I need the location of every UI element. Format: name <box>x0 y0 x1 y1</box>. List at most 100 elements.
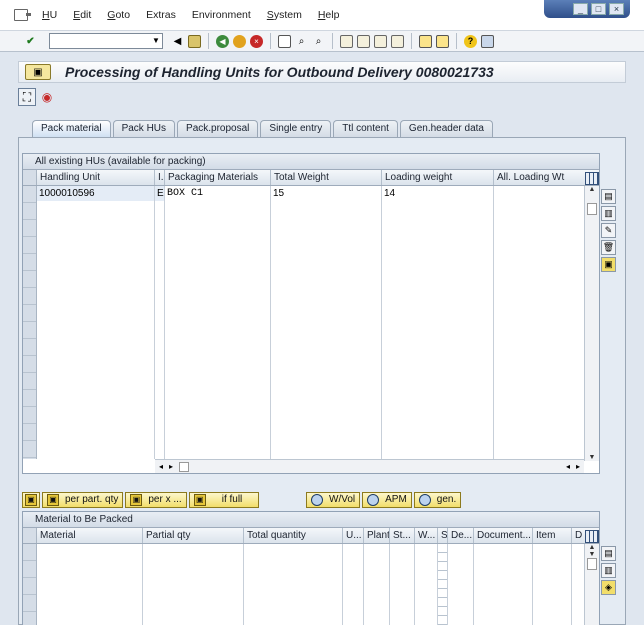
delete-icon[interactable]: 🗑 <box>601 240 616 255</box>
scroll-left-icon[interactable]: ◂ <box>159 462 163 471</box>
tab-pack-hus[interactable]: Pack HUs <box>112 120 176 137</box>
close-icon[interactable]: × <box>609 3 624 15</box>
weight-volume-button[interactable]: W/Vol <box>306 492 361 508</box>
loading-weight-cell[interactable]: 14 <box>382 186 493 201</box>
chevron-down-icon[interactable]: ▼ <box>151 35 161 47</box>
back-green-icon[interactable]: ◀ <box>216 34 229 48</box>
menu-extras[interactable]: Extras <box>146 9 176 21</box>
menu-system[interactable]: System <box>267 9 302 21</box>
indicator-cell[interactable]: E <box>155 186 164 201</box>
save-icon[interactable] <box>188 34 201 48</box>
settings-icon[interactable]: ◈ <box>601 580 616 595</box>
packaging-material-cell[interactable]: BOX C1 <box>165 186 270 201</box>
row-selector[interactable] <box>23 390 36 407</box>
select-all-icon[interactable]: ▤ <box>601 189 616 204</box>
row-selector[interactable] <box>23 373 36 390</box>
find-next-icon[interactable]: ⌕ <box>312 35 325 48</box>
pack-icon-button[interactable]: ▣ <box>22 492 40 508</box>
pack-if-full-button[interactable]: ▣ if full <box>188 492 259 508</box>
tab-pack-material[interactable]: Pack material <box>32 120 111 137</box>
menu-edit[interactable]: Edit <box>73 9 91 21</box>
scroll-down-icon[interactable]: ▼ <box>589 551 596 558</box>
first-page-icon[interactable] <box>340 34 353 48</box>
row-selector[interactable] <box>23 578 36 595</box>
help-icon[interactable]: ? <box>464 34 477 48</box>
column-layout-icon[interactable] <box>585 172 599 185</box>
row-selector[interactable] <box>23 612 36 625</box>
layout-menu-icon[interactable] <box>481 34 494 48</box>
handling-unit-cell[interactable]: 1000010596 <box>37 186 154 201</box>
row-selector[interactable] <box>23 356 36 373</box>
tab-pack-proposal[interactable]: Pack.proposal <box>177 120 259 137</box>
back-arrow-icon[interactable]: ◀ <box>171 35 184 48</box>
select-all-cell[interactable] <box>23 170 37 185</box>
scroll-up-icon[interactable]: ▲ <box>589 186 596 193</box>
col-d[interactable]: D <box>572 528 582 543</box>
row-selector[interactable] <box>23 424 36 441</box>
pack-per-x-button[interactable]: ▣ per x ... <box>125 492 187 508</box>
new-session-icon[interactable] <box>419 34 432 48</box>
row-selector[interactable] <box>23 271 36 288</box>
row-selector[interactable] <box>23 407 36 424</box>
col-indicator[interactable]: I. <box>155 170 165 185</box>
scroll-up-icon[interactable]: ▲ <box>589 544 596 551</box>
hu-horizontal-scrollbar[interactable]: ◂ ▸ ◂ ▸ <box>155 459 584 473</box>
scroll-right-icon[interactable]: ▸ <box>169 462 173 471</box>
menu-hu[interactable]: HU <box>42 9 57 21</box>
menu-exit-icon[interactable] <box>14 9 31 21</box>
scroll-thumb[interactable] <box>179 461 190 472</box>
generate-button[interactable]: gen. <box>413 492 462 508</box>
deselect-all-icon[interactable]: ▥ <box>601 563 616 578</box>
menu-environment[interactable]: Environment <box>192 9 251 21</box>
col-item[interactable]: Item <box>533 528 572 543</box>
scroll-thumb[interactable] <box>587 558 597 570</box>
last-page-icon[interactable] <box>391 34 404 48</box>
select-all-icon[interactable]: ▤ <box>601 546 616 561</box>
tab-ttl-content[interactable]: Ttl content <box>333 120 398 137</box>
col-plant[interactable]: Plant <box>364 528 390 543</box>
col-description[interactable]: De... <box>448 528 474 543</box>
scroll-thumb[interactable] <box>587 202 597 215</box>
exit-orange-icon[interactable] <box>233 34 246 48</box>
col-storage-location[interactable]: St... <box>390 528 415 543</box>
tab-gen-header-data[interactable]: Gen.header data <box>399 120 493 137</box>
col-s[interactable]: S <box>438 528 448 543</box>
tab-single-entry[interactable]: Single entry <box>260 120 332 137</box>
next-page-icon[interactable] <box>374 34 387 48</box>
col-loading-weight[interactable]: Loading weight <box>382 170 494 185</box>
col-handling-unit[interactable]: Handling Unit <box>37 170 155 185</box>
menu-help[interactable]: Help <box>318 9 340 21</box>
row-selector[interactable] <box>23 237 36 254</box>
row-selector[interactable] <box>23 339 36 356</box>
scroll-down-icon[interactable]: ▼ <box>589 454 596 461</box>
hu-vertical-scrollbar[interactable]: ▲ ▼ <box>584 186 599 461</box>
shortcut-icon[interactable] <box>436 34 449 48</box>
col-allowed-loading-weight[interactable]: All. Loading Wt <box>494 170 585 185</box>
col-material[interactable]: Material <box>37 528 143 543</box>
row-selector[interactable] <box>23 322 36 339</box>
command-field[interactable]: ▼ <box>49 33 163 49</box>
minimize-icon[interactable]: _ <box>573 3 588 15</box>
cancel-red-icon[interactable]: × <box>250 34 263 48</box>
row-selector[interactable] <box>23 186 36 203</box>
row-selector[interactable] <box>23 561 36 578</box>
row-selector[interactable] <box>23 254 36 271</box>
scroll-left-icon[interactable]: ◂ <box>566 462 570 471</box>
row-selector[interactable] <box>23 288 36 305</box>
apm-button[interactable]: APM <box>362 492 412 508</box>
pack-icon[interactable]: ▣ <box>601 257 616 272</box>
row-selector[interactable] <box>23 220 36 237</box>
col-packaging-materials[interactable]: Packaging Materials <box>165 170 271 185</box>
col-document[interactable]: Document... <box>474 528 533 543</box>
row-selector[interactable] <box>23 441 36 458</box>
scroll-right-icon[interactable]: ▸ <box>576 462 580 471</box>
row-selector[interactable] <box>23 544 36 561</box>
detail-icon[interactable]: ✎ <box>601 223 616 238</box>
row-selector[interactable] <box>23 305 36 322</box>
material-vertical-scrollbar[interactable]: ▲ ▼ <box>584 544 599 625</box>
total-weight-cell[interactable]: 15 <box>271 186 381 201</box>
deselect-all-icon[interactable]: ▥ <box>601 206 616 221</box>
pack-per-part-qty-button[interactable]: ▣ per part. qty <box>42 492 124 508</box>
row-selector[interactable] <box>23 203 36 220</box>
find-icon[interactable]: ⌕ <box>295 35 308 48</box>
